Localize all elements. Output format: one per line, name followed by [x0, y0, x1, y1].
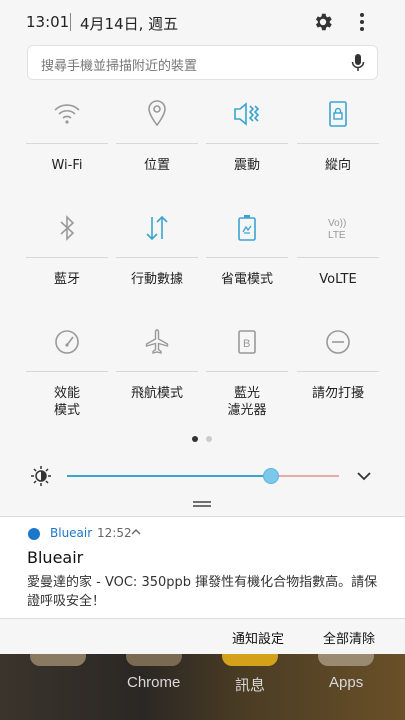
blueair-app-icon [28, 528, 40, 540]
tile-wifi[interactable]: Wi-Fi [26, 97, 108, 211]
tile-divider [26, 371, 108, 372]
drag-handle[interactable] [193, 500, 211, 508]
search-placeholder: 搜尋手機並掃描附近的裝置 [41, 59, 198, 74]
tile-divider [297, 371, 379, 372]
tile-divider [297, 143, 379, 144]
app-icon-fragment [30, 654, 86, 666]
notification-time: 12:52 [97, 526, 132, 540]
chevron-up-icon[interactable] [131, 528, 141, 536]
tile-airplane[interactable]: 飛航模式 [116, 325, 198, 439]
tile-label: 位置 [143, 158, 170, 173]
airplane-icon [145, 329, 169, 354]
brightness-track-fill[interactable] [67, 475, 271, 477]
bluetooth-icon [60, 215, 75, 241]
messages-icon-fragment [222, 654, 278, 666]
tile-label: 飛航模式 [130, 386, 183, 401]
tile-vibrate[interactable]: 震動 [206, 97, 288, 211]
status-time: 13:01 [26, 13, 70, 31]
status-divider [70, 13, 71, 31]
tile-volte[interactable]: Vo)) LTE VoLTE [297, 211, 379, 325]
tile-label: 震動 [233, 158, 260, 173]
home-app-label-apps[interactable]: Apps [329, 674, 363, 691]
home-screen-background: Chrome 訊息 Apps [0, 654, 405, 720]
tile-bluetooth[interactable]: 藍牙 [26, 211, 108, 325]
notification-card[interactable]: Blueair 12:52 Blueair 愛曼達的家 - VOC: 350pp… [0, 516, 405, 618]
tile-label: 藍牙 [53, 272, 80, 287]
more-options-icon[interactable] [352, 11, 372, 33]
chrome-icon-fragment [126, 654, 182, 666]
quick-settings-panel: 13:01 4月14日, 週五 搜尋手機並掃描附近的裝置 Wi-Fi 位置 震動… [0, 0, 405, 516]
tile-label: 請勿打擾 [311, 386, 364, 401]
tile-label: 行動數據 [130, 272, 183, 287]
tile-label: 效能 模式 [53, 386, 80, 418]
performance-icon [55, 330, 79, 354]
notification-title: Blueair [27, 548, 84, 567]
notification-app-name: Blueair [50, 526, 93, 540]
svg-text:Vo)): Vo)) [328, 218, 346, 229]
tile-label: VoLTE [319, 272, 357, 287]
tile-label: 縱向 [324, 158, 351, 173]
tile-location[interactable]: 位置 [116, 97, 198, 211]
tile-divider [26, 143, 108, 144]
tile-portrait[interactable]: 縱向 [297, 97, 379, 211]
do-not-disturb-icon [326, 330, 350, 354]
home-app-label-chrome[interactable]: Chrome [127, 674, 180, 691]
chevron-down-icon[interactable] [355, 467, 373, 485]
status-date: 4月14日, 週五 [80, 15, 179, 33]
vibrate-icon [234, 102, 260, 126]
home-app-label-messages[interactable]: 訊息 [235, 674, 265, 695]
tile-divider [26, 257, 108, 258]
svg-text:LTE: LTE [328, 230, 346, 241]
brightness-slider-thumb[interactable] [263, 468, 279, 484]
microphone-icon[interactable] [351, 54, 365, 72]
tile-label: Wi-Fi [51, 158, 83, 173]
page-indicator [190, 436, 220, 444]
blue-light-filter-icon: B [238, 330, 256, 354]
tile-performance[interactable]: 效能 模式 [26, 325, 108, 439]
volte-icon: Vo)) LTE [328, 218, 346, 241]
tile-divider [116, 371, 198, 372]
tile-divider [206, 371, 288, 372]
tile-mobile-data[interactable]: 行動數據 [116, 211, 198, 325]
brightness-row [0, 458, 405, 494]
svg-text:B: B [243, 338, 250, 350]
search-bar[interactable]: 搜尋手機並掃描附近的裝置 [27, 45, 378, 80]
apps-icon-fragment [318, 654, 374, 666]
wifi-icon [54, 104, 80, 124]
tile-divider [297, 257, 379, 258]
gear-icon[interactable] [312, 11, 334, 33]
location-icon [148, 100, 166, 127]
status-bar: 13:01 4月14日, 週五 [0, 0, 405, 44]
page-dot-active [192, 436, 198, 442]
page-dot [206, 436, 212, 442]
notification-settings-button[interactable]: 通知設定 [232, 628, 284, 647]
notification-actions: 通知設定 全部清除 [0, 618, 405, 654]
brightness-track-rest[interactable] [271, 475, 339, 477]
portrait-lock-icon [329, 101, 347, 127]
brightness-icon[interactable] [30, 465, 52, 487]
mobile-data-icon [146, 215, 168, 241]
tile-label: 省電模式 [220, 272, 273, 287]
tile-do-not-disturb[interactable]: 請勿打擾 [297, 325, 379, 439]
tile-blue-light[interactable]: B 藍光 濾光器 [206, 325, 288, 439]
tile-label: 藍光 濾光器 [227, 386, 267, 418]
tile-divider [116, 257, 198, 258]
clear-all-button[interactable]: 全部清除 [323, 628, 375, 647]
tile-divider [206, 257, 288, 258]
tile-power-saving[interactable]: 省電模式 [206, 211, 288, 325]
tile-divider [116, 143, 198, 144]
tile-divider [206, 143, 288, 144]
notification-body: 愛曼達的家 - VOC: 350ppb 揮發性有機化合物指數高。請保證呼吸安全！ [27, 575, 378, 609]
power-saving-icon [238, 215, 256, 241]
